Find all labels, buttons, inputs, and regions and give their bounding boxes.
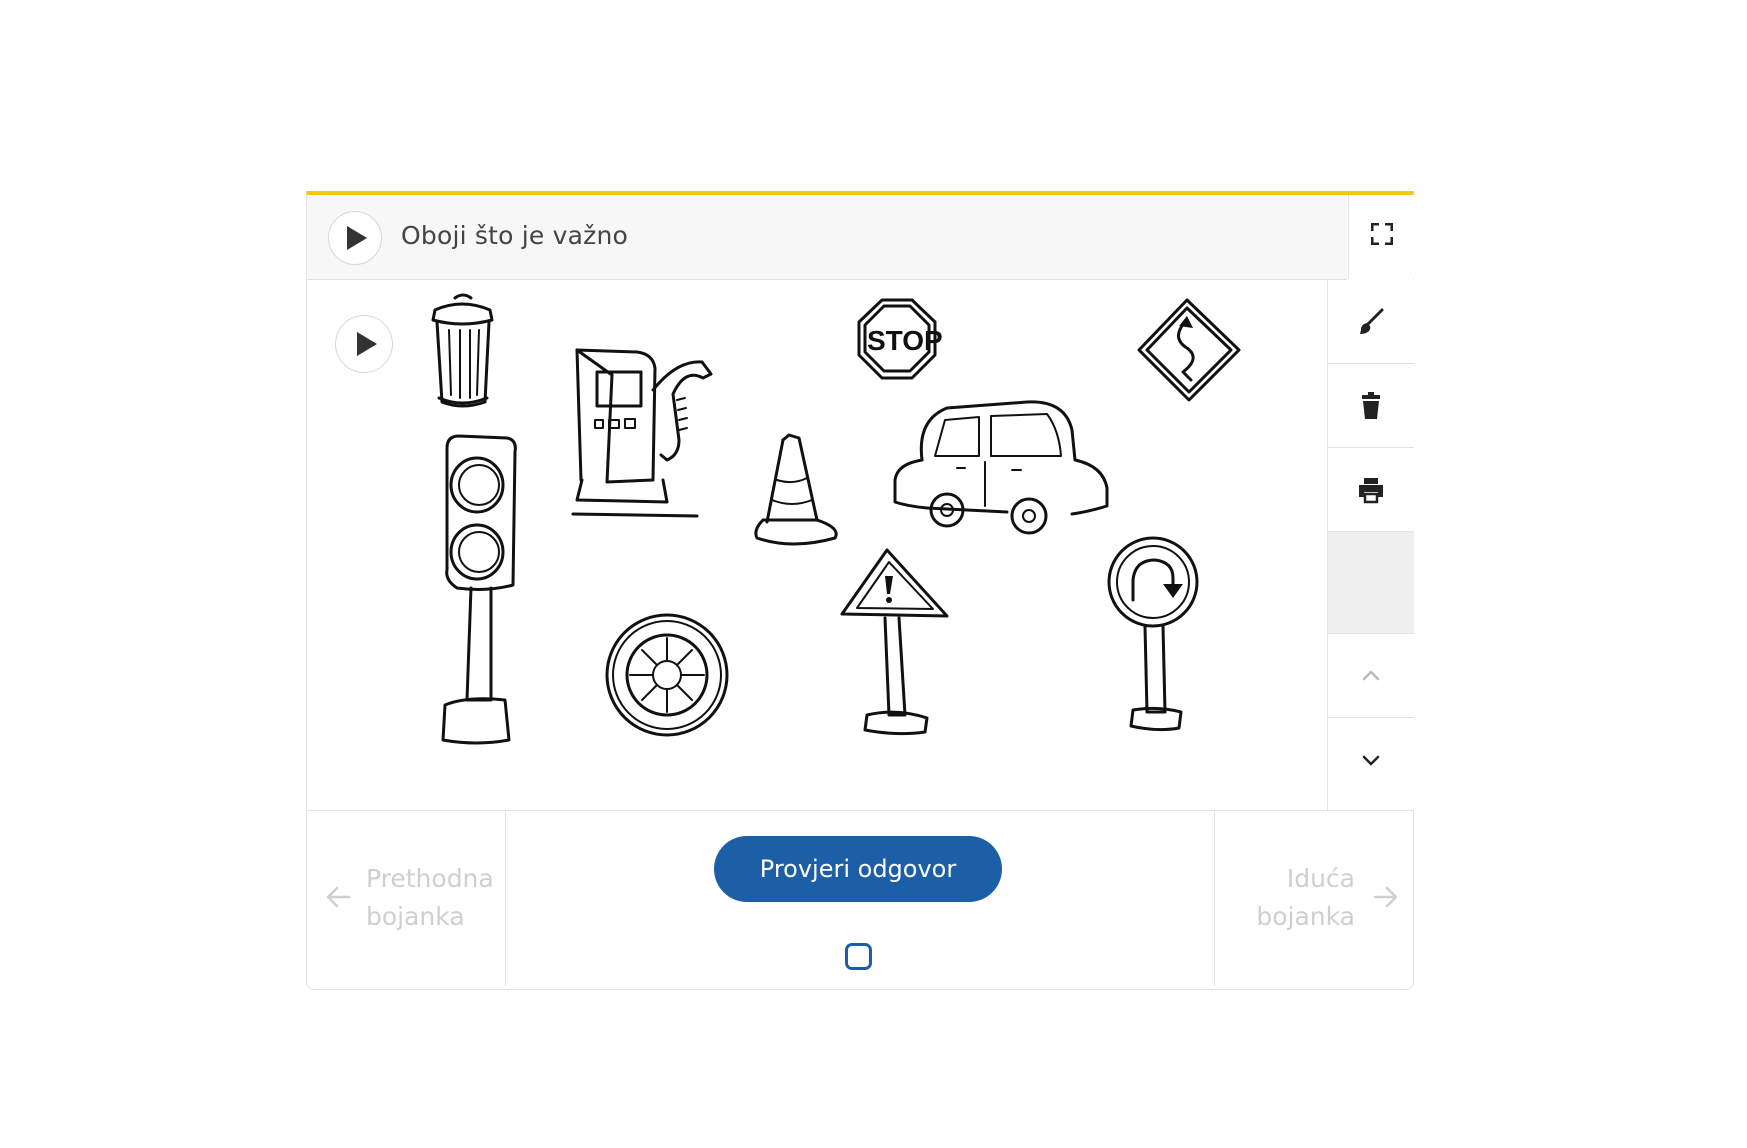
check-answer-button[interactable]: Provjeri odgovor <box>714 836 1002 902</box>
color-swatch-empty <box>1328 532 1414 634</box>
footer-bar: Prethodna bojanka Provjeri odgovor Iduća… <box>307 811 1413 990</box>
page-title: Oboji što je važno <box>401 221 629 250</box>
trash-can-drawing <box>431 293 494 408</box>
arrow-left-icon <box>326 886 351 908</box>
chevron-up-icon <box>1362 670 1380 681</box>
title-audio-button[interactable] <box>328 211 382 265</box>
brush-tool-button[interactable] <box>1328 280 1414 364</box>
play-icon <box>357 332 377 356</box>
next-page-label: Iduća bojanka <box>1256 860 1355 936</box>
arrow-right-icon <box>1373 886 1398 908</box>
chevron-down-icon <box>1362 755 1380 766</box>
traffic-cone-drawing <box>754 433 838 546</box>
next-label-line2: bojanka <box>1256 902 1355 931</box>
previous-page-label: Prethodna bojanka <box>366 860 494 936</box>
wheel-drawing <box>605 613 729 737</box>
drawing-canvas[interactable]: STOP <box>307 280 1327 811</box>
winding-road-sign-drawing <box>1137 298 1241 402</box>
warning-sign-drawing <box>840 548 949 736</box>
answer-checkbox[interactable] <box>845 943 872 970</box>
next-page-button[interactable]: Iduća bojanka <box>1214 811 1413 986</box>
car-drawing <box>893 400 1109 535</box>
coloring-page-drawing[interactable]: STOP <box>307 280 1327 810</box>
previous-label-line1: Prethodna <box>366 864 494 893</box>
previous-page-button[interactable]: Prethodna bojanka <box>307 811 506 986</box>
previous-label-line2: bojanka <box>366 902 465 931</box>
stop-sign-text: STOP <box>867 325 943 356</box>
u-turn-sign-drawing <box>1107 536 1199 732</box>
delete-button[interactable] <box>1328 364 1414 448</box>
tool-sidebar <box>1327 280 1414 811</box>
scroll-up-button[interactable] <box>1328 634 1414 718</box>
brush-icon <box>1360 308 1384 334</box>
traffic-light-drawing <box>441 434 517 745</box>
fuel-pump-drawing <box>571 348 713 518</box>
fullscreen-icon <box>1371 223 1393 245</box>
next-label-line1: Iduća <box>1286 864 1355 893</box>
print-icon <box>1359 478 1383 504</box>
trash-icon <box>1362 392 1380 419</box>
coloring-widget: Oboji što je važno STOP Prethodna bojank… <box>306 191 1414 990</box>
fullscreen-button[interactable] <box>1348 195 1414 279</box>
scroll-down-button[interactable] <box>1328 718 1414 810</box>
header-bar: Oboji što je važno <box>307 195 1347 280</box>
stop-sign-drawing: STOP <box>857 298 943 380</box>
canvas-audio-button[interactable] <box>335 315 393 373</box>
print-button[interactable] <box>1328 448 1414 532</box>
play-icon <box>347 226 367 250</box>
